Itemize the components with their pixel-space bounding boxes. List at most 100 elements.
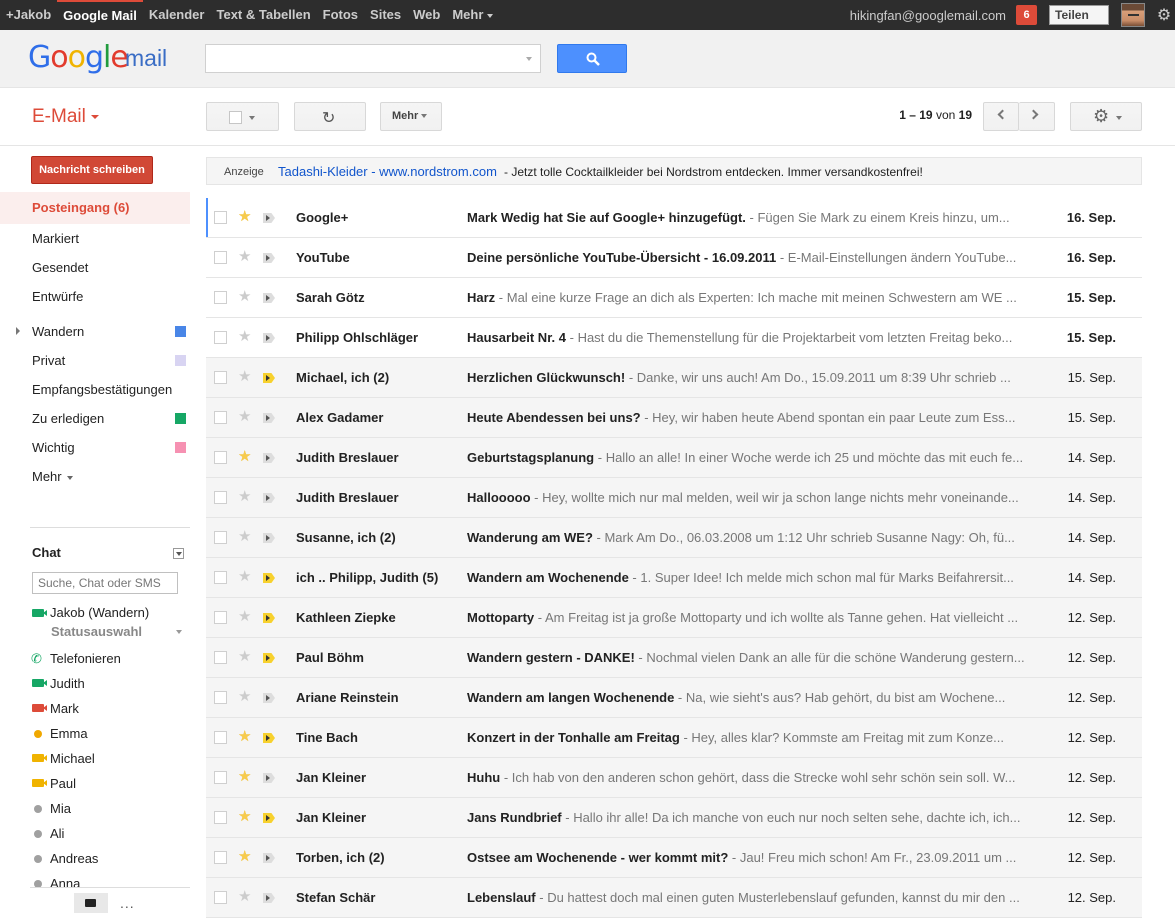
star-icon[interactable]: ★ [238, 887, 251, 905]
google-logo[interactable]: Google [28, 40, 129, 75]
importance-marker-icon[interactable] [263, 333, 275, 343]
star-icon[interactable]: ★ [238, 767, 251, 785]
message-checkbox[interactable] [214, 451, 227, 464]
more-actions-button[interactable]: Mehr [380, 102, 442, 131]
chevron-down-icon[interactable] [176, 630, 182, 634]
more-icon[interactable]: ... [120, 895, 135, 911]
message-row[interactable]: ★ Jan Kleiner Jans Rundbrief - Hallo ihr a… [206, 798, 1142, 838]
message-checkbox[interactable] [214, 691, 227, 704]
importance-marker-icon[interactable] [263, 853, 275, 863]
message-checkbox[interactable] [214, 651, 227, 664]
message-checkbox[interactable] [214, 491, 227, 504]
message-row[interactable]: ★ Philipp Ohlschläger Hausarbeit Nr. 4 - H… [206, 318, 1142, 358]
star-icon[interactable]: ★ [238, 487, 251, 505]
sidebar-folder-item[interactable]: Wandern [0, 317, 190, 346]
compose-button[interactable]: Nachricht schreiben [31, 156, 153, 184]
message-row[interactable]: ★ YouTube Deine persönliche YouTube-Übersi… [206, 238, 1142, 278]
importance-marker-icon[interactable] [263, 653, 275, 663]
label-color-swatch[interactable] [175, 442, 186, 453]
importance-marker-icon[interactable] [263, 773, 275, 783]
message-row[interactable]: ★ Judith Breslauer Hallooooo - Hey, wollte… [206, 478, 1142, 518]
label-color-swatch[interactable] [175, 355, 186, 366]
sidebar-folder-item[interactable]: Wichtig [0, 433, 190, 462]
chat-contact[interactable]: Mia [32, 796, 190, 821]
message-row[interactable]: ★ ich .. Philipp, Judith (5) Wandern am Wo… [206, 558, 1142, 598]
message-checkbox[interactable] [214, 291, 227, 304]
topnav-item[interactable]: +Jakob [0, 0, 57, 30]
label-color-swatch[interactable] [175, 413, 186, 424]
star-icon[interactable]: ★ [238, 207, 251, 225]
sidebar-folder-item[interactable]: Gesendet [0, 253, 190, 282]
message-checkbox[interactable] [214, 771, 227, 784]
topnav-item[interactable]: Web [407, 0, 446, 30]
star-icon[interactable]: ★ [238, 527, 251, 545]
chat-contact[interactable]: Andreas [32, 846, 190, 871]
importance-marker-icon[interactable] [263, 693, 275, 703]
message-row[interactable]: ★ Michael, ich (2) Herzlichen Glückwunsch!… [206, 358, 1142, 398]
chat-contact[interactable]: ✆ Telefonieren [31, 646, 190, 671]
sidebar-folder-item[interactable]: Posteingang (6) [0, 192, 190, 224]
topnav-item[interactable]: Google Mail [57, 0, 143, 30]
star-icon[interactable]: ★ [238, 247, 251, 265]
sidebar-folder-item[interactable]: Privat [0, 346, 190, 375]
expand-arrow-icon[interactable] [16, 327, 20, 335]
message-row[interactable]: ★ Alex Gadamer Heute Abendessen bei uns? -… [206, 398, 1142, 438]
gear-icon[interactable]: ⚙ [1153, 5, 1175, 25]
importance-marker-icon[interactable] [263, 293, 275, 303]
message-row[interactable]: ★ Susanne, ich (2) Wanderung am WE? - Mark… [206, 518, 1142, 558]
sidebar-folder-item[interactable]: Markiert [0, 224, 190, 253]
notification-badge[interactable]: 6 [1016, 5, 1037, 25]
importance-marker-icon[interactable] [263, 253, 275, 263]
star-icon[interactable]: ★ [238, 847, 251, 865]
avatar[interactable] [1121, 3, 1145, 27]
star-icon[interactable]: ★ [238, 327, 251, 345]
importance-marker-icon[interactable] [263, 373, 275, 383]
star-icon[interactable]: ★ [238, 647, 251, 665]
star-icon[interactable]: ★ [238, 687, 251, 705]
select-button[interactable] [206, 102, 279, 131]
message-row[interactable]: ★ Torben, ich (2) Ostsee am Wochenende - w… [206, 838, 1142, 878]
refresh-button[interactable]: ↻ [294, 102, 366, 131]
star-icon[interactable]: ★ [238, 567, 251, 585]
message-row[interactable]: ★ Jan Kleiner Huhu - Ich hab von den ander… [206, 758, 1142, 798]
mail-menu[interactable]: E-Mail [32, 106, 99, 128]
importance-marker-icon[interactable] [263, 453, 275, 463]
sidebar-folder-item[interactable]: Entwürfe [0, 282, 190, 311]
search-options-caret-icon[interactable] [526, 57, 532, 61]
chat-contact[interactable]: Anna [32, 871, 190, 896]
topnav-item[interactable]: Kalender [143, 0, 211, 30]
importance-marker-icon[interactable] [263, 573, 275, 583]
chat-contact[interactable]: Emma [32, 721, 190, 746]
importance-marker-icon[interactable] [263, 733, 275, 743]
message-checkbox[interactable] [214, 331, 227, 344]
settings-button[interactable]: ⚙ [1070, 102, 1142, 131]
importance-marker-icon[interactable] [263, 413, 275, 423]
sidebar-folder-item[interactable]: Mehr [0, 462, 190, 491]
message-row[interactable]: ★ Sarah Götz Harz - Mal eine kurze Frage a… [206, 278, 1142, 318]
message-row[interactable]: ★ Kathleen Ziepke Mottoparty - Am Freitag … [206, 598, 1142, 638]
topnav-item[interactable]: Fotos [317, 0, 364, 30]
star-icon[interactable]: ★ [238, 807, 251, 825]
importance-marker-icon[interactable] [263, 613, 275, 623]
message-checkbox[interactable] [214, 811, 227, 824]
sidebar-folder-item[interactable]: Zu erledigen [0, 404, 190, 433]
chat-contact[interactable]: Judith [32, 671, 190, 696]
message-row[interactable]: ★ Paul Böhm Wandern gestern - DANKE! - Noc… [206, 638, 1142, 678]
chat-contact[interactable]: Mark [32, 696, 190, 721]
chat-contact[interactable]: Paul [32, 771, 190, 796]
newer-button[interactable] [983, 102, 1019, 131]
label-color-swatch[interactable] [175, 326, 186, 337]
message-row[interactable]: ★ Ariane Reinstein Wandern am langen Woche… [206, 678, 1142, 718]
message-checkbox[interactable] [214, 411, 227, 424]
star-icon[interactable]: ★ [238, 447, 251, 465]
status-selector[interactable]: Statusauswahl [51, 624, 142, 639]
share-button[interactable]: Teilen [1049, 5, 1109, 25]
importance-marker-icon[interactable] [263, 533, 275, 543]
chat-bubble-icon[interactable] [74, 893, 108, 913]
message-checkbox[interactable] [214, 251, 227, 264]
message-checkbox[interactable] [214, 851, 227, 864]
importance-marker-icon[interactable] [263, 493, 275, 503]
star-icon[interactable]: ★ [238, 367, 251, 385]
star-icon[interactable]: ★ [238, 407, 251, 425]
topnav-item[interactable]: Text & Tabellen [210, 0, 316, 30]
